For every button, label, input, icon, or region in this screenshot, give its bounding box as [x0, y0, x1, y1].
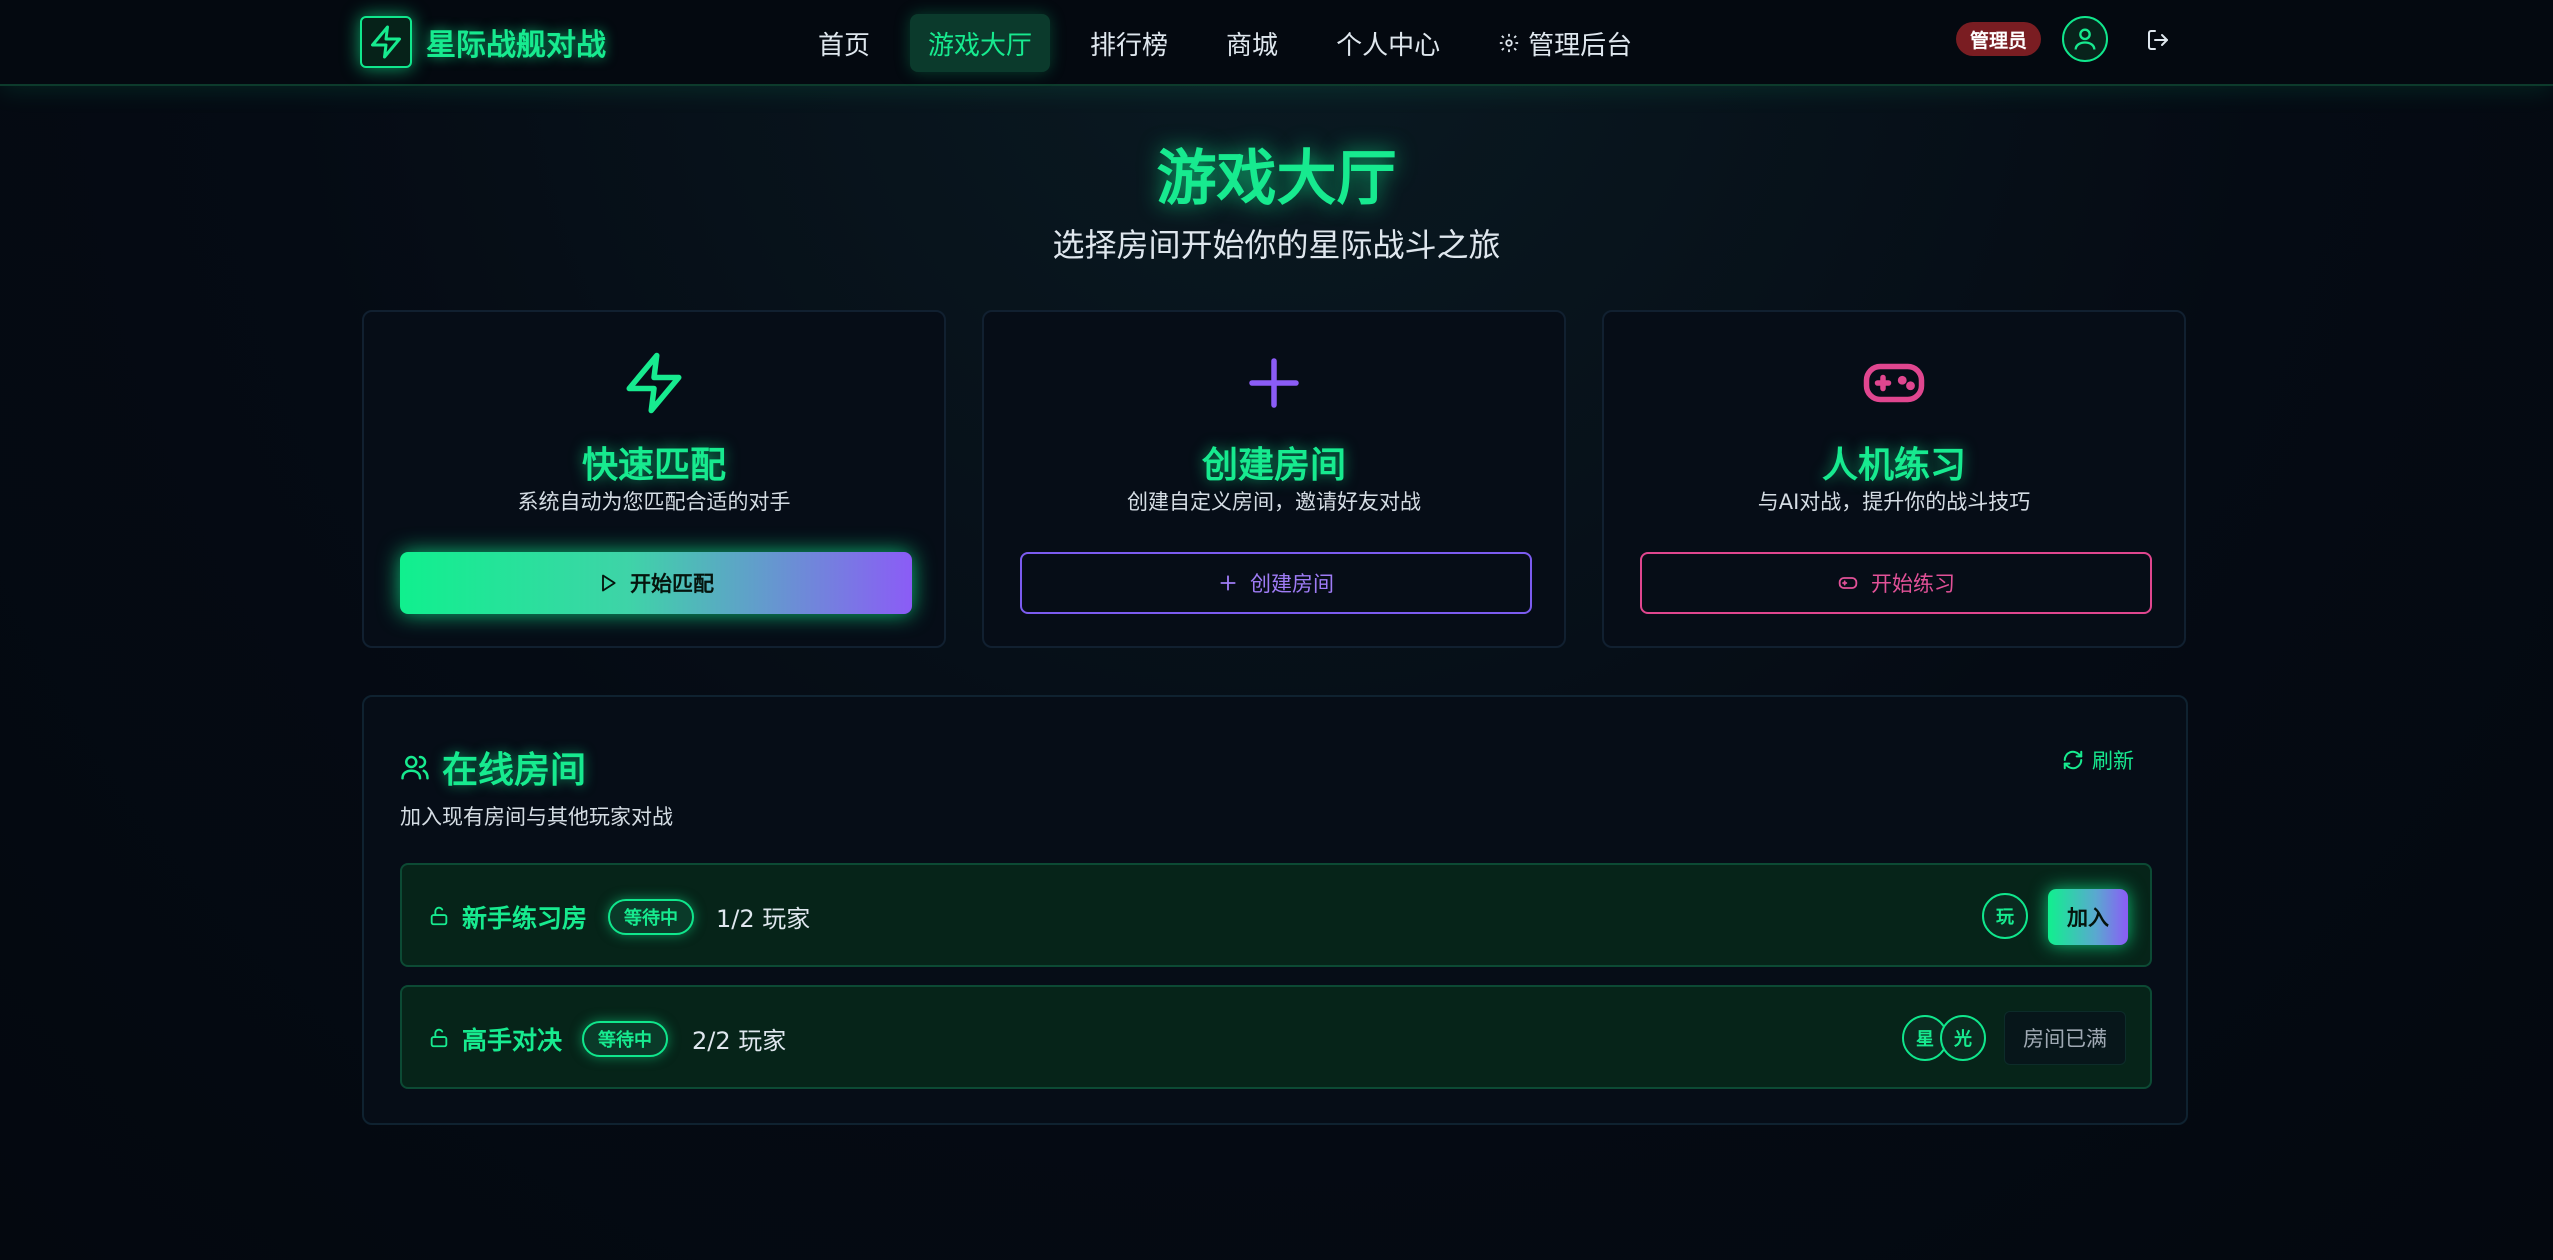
create-room-button[interactable]: 创建房间 [1020, 552, 1532, 614]
card-title: 快速匹配 [581, 445, 726, 486]
start-practice-label: 开始练习 [1871, 572, 1955, 596]
top-nav: 星际战舰对战 首页 游戏大厅 排行榜 商城 个人中心 管理后台 管理员 [0, 0, 2553, 86]
gamepad-icon [1837, 573, 1859, 593]
nav-links: 首页 游戏大厅 排行榜 商城 个人中心 管理后台 [800, 0, 1672, 86]
card-desc: 与AI对战，提升你的战斗技巧 [1757, 490, 2031, 514]
nav-link-admin[interactable]: 管理后台 [1480, 14, 1650, 72]
admin-badge: 管理员 [1956, 22, 2042, 56]
card-title: 人机练习 [1821, 445, 1966, 486]
lightning-icon [360, 16, 412, 68]
join-button[interactable]: 加入 [2048, 889, 2128, 945]
player-avatar: 玩 [1982, 893, 2028, 939]
player-avatar: 光 [1940, 1015, 1986, 1061]
page-subtitle: 选择房间开始你的星际战斗之旅 [1052, 226, 1501, 264]
nav-link-home[interactable]: 首页 [800, 14, 888, 72]
rooms-header: 在线房间 [400, 741, 586, 793]
room-name: 新手练习房 [462, 904, 588, 933]
users-icon [400, 752, 430, 782]
status-badge: 等待中 [608, 899, 694, 935]
brand-name: 星际战舰对战 [426, 28, 606, 63]
nav-link-shop[interactable]: 商城 [1208, 14, 1296, 72]
user-avatar-icon[interactable] [2062, 16, 2108, 62]
status-badge: 等待中 [582, 1021, 668, 1057]
room-name: 高手对决 [462, 1026, 563, 1055]
gear-icon [1498, 32, 1520, 54]
nav-link-leaderboard[interactable]: 排行榜 [1072, 14, 1186, 72]
nav-link-lobby[interactable]: 游戏大厅 [910, 14, 1051, 72]
rooms-subtitle: 加入现有房间与其他玩家对战 [400, 805, 673, 829]
plus-icon [1218, 573, 1238, 593]
room-row[interactable]: 新手练习房 等待中 1/2 玩家 玩 加入 [400, 863, 2152, 967]
card-desc: 创建自定义房间，邀请好友对战 [1127, 490, 1421, 514]
quick-match-card: 快速匹配 系统自动为您匹配合适的对手 开始匹配 [362, 310, 946, 648]
card-desc: 系统自动为您匹配合适的对手 [517, 490, 791, 514]
gamepad-icon [1604, 350, 2184, 416]
plus-icon [984, 350, 1564, 416]
refresh-label: 刷新 [2092, 749, 2134, 773]
unlock-icon [428, 903, 450, 929]
page-title: 游戏大厅 [1156, 144, 1397, 214]
start-match-button[interactable]: 开始匹配 [400, 552, 912, 614]
rooms-title: 在线房间 [442, 750, 587, 791]
player-count: 2/2 玩家 [692, 1027, 787, 1055]
start-match-label: 开始匹配 [630, 572, 714, 596]
play-icon [598, 573, 618, 593]
lightning-icon [364, 350, 944, 416]
room-row[interactable]: 高手对决 等待中 2/2 玩家 星 光 房间已满 [400, 985, 2152, 1089]
room-full-button: 房间已满 [2004, 1011, 2126, 1065]
refresh-button[interactable]: 刷新 [2062, 745, 2134, 775]
card-title: 创建房间 [1201, 445, 1346, 486]
start-practice-button[interactable]: 开始练习 [1640, 552, 2152, 614]
player-count: 1/2 玩家 [716, 905, 811, 933]
brand[interactable]: 星际战舰对战 [360, 12, 606, 72]
nav-link-profile[interactable]: 个人中心 [1318, 14, 1458, 72]
nav-link-admin-label: 管理后台 [1528, 30, 1633, 61]
unlock-icon [428, 1025, 450, 1051]
logout-icon[interactable] [2142, 24, 2174, 56]
refresh-icon [2062, 749, 2084, 771]
create-room-card: 创建房间 创建自定义房间，邀请好友对战 创建房间 [982, 310, 1566, 648]
ai-practice-card: 人机练习 与AI对战，提升你的战斗技巧 开始练习 [1602, 310, 2186, 648]
online-rooms-panel: 在线房间 加入现有房间与其他玩家对战 刷新 新手练习房 等待中 1/2 玩家 玩… [362, 695, 2188, 1125]
create-room-label: 创建房间 [1250, 572, 1334, 596]
